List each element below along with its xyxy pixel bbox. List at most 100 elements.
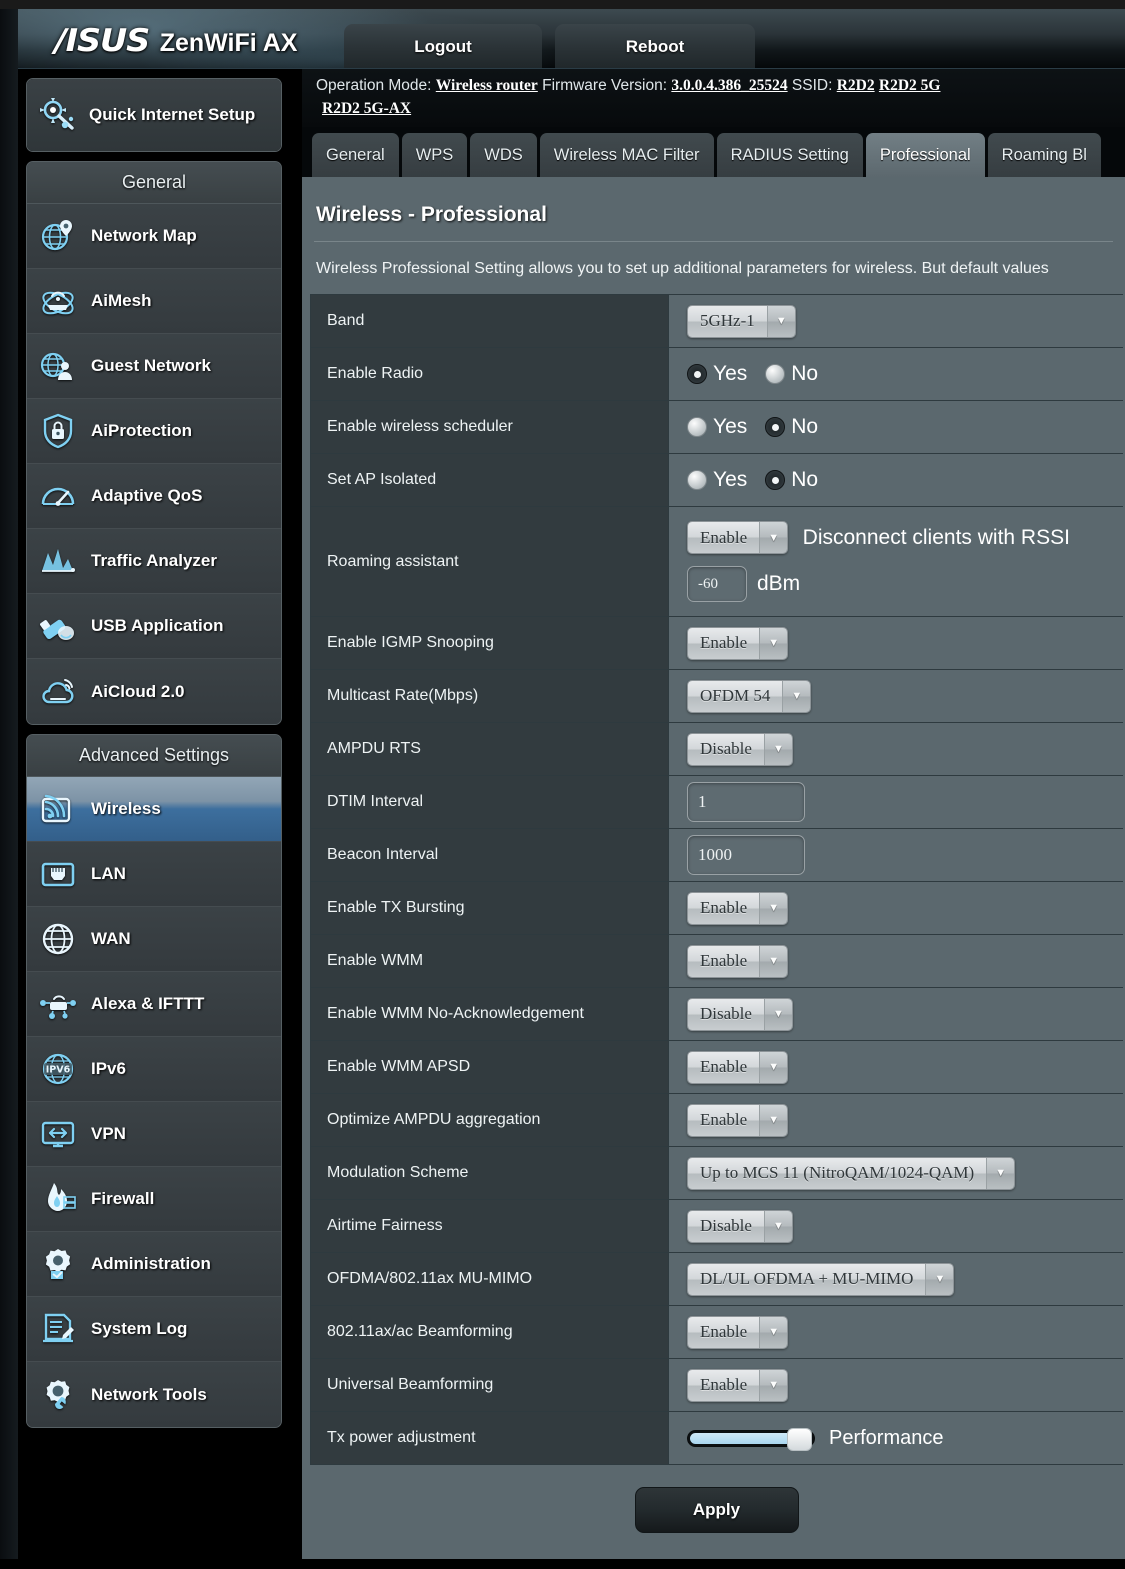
table-row-igmp-snooping: Enable IGMP Snooping Enable ▼ xyxy=(310,616,1123,670)
ipv6-icon: IPV6 xyxy=(37,1049,79,1089)
wmm-apsd-select[interactable]: Enable ▼ xyxy=(687,1050,789,1084)
wmm-select[interactable]: Enable ▼ xyxy=(687,944,789,978)
sidebar-item-alexa-ifttt[interactable]: Alexa & IFTTT xyxy=(27,972,281,1037)
quick-internet-setup-item[interactable]: Quick Internet Setup xyxy=(27,79,281,151)
wireless-scheduler-no-radio[interactable] xyxy=(765,417,786,437)
network-tools-icon xyxy=(37,1375,79,1415)
globe-icon xyxy=(37,919,79,959)
sidebar-item-usb-application[interactable]: USB Application xyxy=(27,594,281,659)
page-description: Wireless Professional Setting allows you… xyxy=(316,260,1049,277)
ap-isolated-no-radio[interactable] xyxy=(765,470,786,490)
table-row-beacon-interval: Beacon Interval xyxy=(310,828,1123,882)
sidebar-item-wireless[interactable]: Wireless xyxy=(27,777,281,842)
roaming-assistant-description: Disconnect clients with RSSI xyxy=(802,525,1070,549)
chevron-down-icon: ▼ xyxy=(759,1369,788,1401)
dtim-interval-input[interactable] xyxy=(687,782,805,822)
sidebar-item-aiprotection[interactable]: AiProtection xyxy=(27,399,281,464)
chevron-down-icon: ▼ xyxy=(759,1316,788,1348)
sidebar-item-adaptive-qos[interactable]: Adaptive QoS xyxy=(27,464,281,529)
sidebar-item-administration[interactable]: Administration xyxy=(27,1232,281,1297)
modulation-scheme-select[interactable]: Up to MCS 11 (NitroQAM/1024-QAM) ▼ xyxy=(687,1156,1016,1190)
airtime-fairness-select[interactable]: Disable ▼ xyxy=(687,1209,793,1243)
table-row-band: Band 5GHz-1 ▼ xyxy=(310,294,1123,348)
operation-mode-label: Operation Mode: xyxy=(316,77,432,94)
sidebar-item-aicloud-2-0[interactable]: AiCloud 2.0 xyxy=(27,659,281,724)
brand-block: /ISUS ZenWiFi AX xyxy=(54,23,297,59)
sidebar-item-aimesh[interactable]: AiMesh xyxy=(27,269,281,334)
enable-radio-yes-radio[interactable] xyxy=(687,364,707,384)
administration-gear-icon xyxy=(37,1244,79,1284)
quick-internet-setup-panel[interactable]: Quick Internet Setup xyxy=(26,78,282,152)
tab-wps[interactable]: WPS xyxy=(401,133,468,177)
row-value-ax-ac-beamforming: Enable ▼ xyxy=(668,1305,1123,1359)
logout-button[interactable]: Logout xyxy=(344,24,542,68)
tab-wireless-mac-filter[interactable]: Wireless MAC Filter xyxy=(539,133,714,177)
app-banner: /ISUS ZenWiFi AX Logout Reboot xyxy=(18,9,1125,69)
optimize-ampdu-select[interactable]: Enable ▼ xyxy=(687,1103,789,1137)
tab-roaming-bl[interactable]: Roaming Bl xyxy=(987,133,1101,177)
tab-wds[interactable]: WDS xyxy=(470,133,537,177)
sidebar-item-lan[interactable]: LAN xyxy=(27,842,281,907)
sidebar-item-vpn[interactable]: VPN xyxy=(27,1102,281,1167)
reboot-button[interactable]: Reboot xyxy=(555,24,755,68)
universal-beamforming-select[interactable]: Enable ▼ xyxy=(687,1368,789,1402)
row-label-dtim-interval: DTIM Interval xyxy=(310,775,669,829)
beacon-interval-input[interactable] xyxy=(687,835,805,875)
firmware-version-value[interactable]: 3.0.0.4.386_25524 xyxy=(671,77,787,94)
chevron-down-icon: ▼ xyxy=(759,627,788,659)
sidebar-item-ipv6[interactable]: IPV6 IPv6 xyxy=(27,1037,281,1102)
roaming-assistant-select[interactable]: Enable ▼ xyxy=(687,521,789,554)
chevron-down-icon: ▼ xyxy=(763,1210,792,1242)
enable-radio-radiogroup: Yes No xyxy=(687,362,1115,386)
network-map-icon xyxy=(37,216,79,256)
multicast-rate-select[interactable]: OFDM 54 ▼ xyxy=(687,679,812,713)
enable-radio-no-radio[interactable] xyxy=(765,364,786,384)
row-label-band: Band xyxy=(310,294,669,348)
sidebar-item-wan[interactable]: WAN xyxy=(27,907,281,972)
ampdu-rts-select[interactable]: Disable ▼ xyxy=(687,732,793,766)
ax-ac-beamforming-select[interactable]: Enable ▼ xyxy=(687,1315,789,1349)
ofdma-mumimo-select[interactable]: DL/UL OFDMA + MU-MIMO ▼ xyxy=(687,1262,955,1296)
tx-power-slider-fill xyxy=(690,1432,792,1444)
tx-bursting-select[interactable]: Enable ▼ xyxy=(687,891,789,925)
row-label-tx-power: Tx power adjustment xyxy=(310,1411,669,1465)
sidebar-item-guest-network[interactable]: Guest Network xyxy=(27,334,281,399)
sidebar-item-network-map[interactable]: Network Map xyxy=(27,204,281,269)
band-select[interactable]: 5GHz-1 ▼ xyxy=(687,304,796,338)
system-log-icon xyxy=(37,1309,79,1349)
wmm-no-ack-select[interactable]: Disable ▼ xyxy=(687,997,793,1031)
tx-power-slider-handle[interactable] xyxy=(787,1427,812,1451)
apply-button[interactable]: Apply xyxy=(634,1487,799,1533)
quick-internet-setup-label: Quick Internet Setup xyxy=(89,105,256,125)
ap-isolated-yes-radio[interactable] xyxy=(687,470,707,490)
operation-mode-value[interactable]: Wireless router xyxy=(436,77,538,94)
ap-isolated-radiogroup: Yes No xyxy=(687,468,1115,492)
row-label-multicast-rate: Multicast Rate(Mbps) xyxy=(310,669,669,723)
igmp-snooping-select[interactable]: Enable ▼ xyxy=(687,626,789,660)
row-label-roaming-assistant: Roaming assistant xyxy=(310,506,669,617)
vpn-icon xyxy=(37,1114,79,1154)
sidebar-item-label: Alexa & IFTTT xyxy=(91,994,205,1013)
table-row-ampdu-rts: AMPDU RTS Disable ▼ xyxy=(310,722,1123,776)
sidebar-item-firewall[interactable]: Firewall xyxy=(27,1167,281,1232)
tx-power-slider[interactable] xyxy=(687,1427,815,1451)
wireless-scheduler-yes-radio[interactable] xyxy=(687,417,707,437)
table-row-tx-bursting: Enable TX Bursting Enable ▼ xyxy=(310,881,1123,935)
wireless-icon xyxy=(37,789,79,829)
sidebar-item-traffic-analyzer[interactable]: Traffic Analyzer xyxy=(27,529,281,594)
row-value-wireless-scheduler: Yes No xyxy=(668,400,1123,454)
chevron-down-icon: ▼ xyxy=(763,998,792,1030)
sidebar-item-system-log[interactable]: System Log xyxy=(27,1297,281,1362)
table-row-tx-power: Tx power adjustment Performance xyxy=(310,1411,1123,1465)
roaming-rssi-input[interactable] xyxy=(687,566,747,602)
ssid-value-3[interactable]: R2D2 5G-AX xyxy=(322,100,411,117)
ssid-value-2[interactable]: R2D2 5G xyxy=(879,77,941,94)
tab-general[interactable]: General xyxy=(312,133,399,177)
tab-professional[interactable]: Professional xyxy=(865,133,985,177)
sidebar-item-network-tools[interactable]: Network Tools xyxy=(27,1362,281,1427)
ssid-line-2: R2D2 5G-AX xyxy=(316,100,1125,118)
modulation-scheme-select-value: Up to MCS 11 (NitroQAM/1024-QAM) xyxy=(688,1157,987,1189)
ssid-value-1[interactable]: R2D2 xyxy=(837,77,875,94)
multicast-rate-select-value: OFDM 54 xyxy=(688,680,783,712)
tab-radius-setting[interactable]: RADIUS Setting xyxy=(716,133,863,177)
